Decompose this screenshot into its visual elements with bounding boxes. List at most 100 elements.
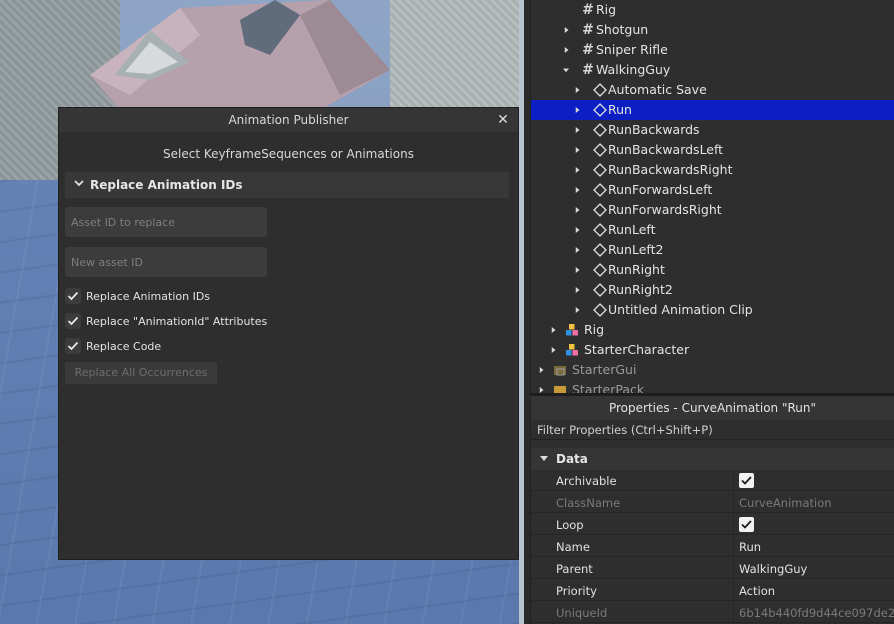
explorer-item-label: RunLeft [608, 222, 656, 237]
replace-code-label: Replace Code [86, 339, 162, 353]
explorer-item-sniper-rifle[interactable]: # Sniper Rifle [531, 40, 894, 60]
explorer-item-runright2[interactable]: RunRight2 [531, 280, 894, 300]
explorer-item-label: Rig [596, 2, 617, 17]
curve-animation-icon [593, 263, 607, 277]
folder-icon [553, 383, 567, 393]
section-replace-animation-ids[interactable]: Replace Animation IDs [65, 172, 509, 198]
property-name: Name [556, 540, 590, 554]
replace-code-option[interactable]: Replace Code [65, 338, 161, 354]
explorer-item-label: WalkingGuy [596, 62, 671, 77]
caret-right-icon[interactable] [575, 146, 581, 154]
curve-animation-icon [593, 123, 607, 137]
panel-resize-strip[interactable] [524, 0, 531, 624]
caret-right-icon[interactable] [575, 126, 581, 134]
property-value[interactable]: WalkingGuy [739, 562, 807, 576]
property-row-loop[interactable]: Loop [531, 514, 894, 535]
caret-right-icon[interactable] [575, 186, 581, 194]
property-row-uniqueid[interactable]: UniqueId 6b14b440fd9d44ce097de2fe00 [531, 602, 894, 623]
property-row-parent[interactable]: Parent WalkingGuy [531, 558, 894, 579]
caret-right-icon[interactable] [564, 46, 570, 54]
explorer-item-walkingguy[interactable]: # WalkingGuy [531, 60, 894, 80]
column-separator [733, 514, 734, 535]
property-value[interactable]: Run [739, 540, 761, 554]
caret-right-icon[interactable] [564, 26, 570, 34]
explorer-item-runright[interactable]: RunRight [531, 260, 894, 280]
explorer-item-run[interactable]: Run [531, 100, 894, 120]
hash-icon: # [582, 2, 594, 18]
archivable-checkbox[interactable] [739, 473, 754, 488]
explorer-item-untitled-animation-clip[interactable]: Untitled Animation Clip [531, 300, 894, 320]
explorer-item-runforwardsleft[interactable]: RunForwardsLeft [531, 180, 894, 200]
caret-right-icon[interactable] [575, 226, 581, 234]
explorer-item-startercharacter[interactable]: StarterCharacter [531, 340, 894, 360]
asset-id-to-replace-input[interactable] [65, 207, 267, 237]
explorer-item-label: Run [608, 102, 632, 117]
replace-animationid-attributes-checkbox[interactable] [65, 313, 81, 329]
loop-checkbox[interactable] [739, 517, 754, 532]
explorer-item-startergui[interactable]: StarterGui [531, 360, 894, 380]
explorer-item-rig[interactable]: # Rig [531, 0, 894, 20]
chevron-down-icon [74, 180, 84, 187]
checkmark-icon [67, 291, 79, 301]
property-row-classname[interactable]: ClassName CurveAnimation [531, 492, 894, 513]
explorer-item-runbackwardsright[interactable]: RunBackwardsRight [531, 160, 894, 180]
replace-code-checkbox[interactable] [65, 338, 81, 354]
caret-right-icon[interactable] [575, 86, 581, 94]
replace-animation-ids-option[interactable]: Replace Animation IDs [65, 288, 210, 304]
dialog-titlebar[interactable]: Animation Publisher ✕ [59, 108, 518, 132]
caret-right-icon[interactable] [575, 266, 581, 274]
caret-right-icon[interactable] [575, 306, 581, 314]
new-asset-id-input[interactable] [65, 247, 267, 277]
studio-side-panel: # Rig # Shotgun # Sniper Rifle # WalkingGuy Auto… [524, 0, 894, 624]
filter-properties-input[interactable]: Filter Properties (Ctrl+Shift+P) [531, 420, 894, 440]
property-row-archivable[interactable]: Archivable [531, 470, 894, 491]
category-data[interactable]: Data [531, 448, 894, 470]
caret-right-icon[interactable] [539, 386, 545, 393]
viewport-3d[interactable]: Animation Publisher ✕ Select KeyframeSeq… [0, 0, 524, 624]
curve-animation-icon [593, 83, 607, 97]
explorer-item-label: RunBackwardsLeft [608, 142, 724, 157]
property-value: CurveAnimation [739, 496, 832, 510]
properties-panel: Properties - CurveAnimation "Run" Filter… [531, 396, 894, 624]
property-value[interactable]: Action [739, 584, 775, 598]
hash-icon: # [582, 62, 594, 78]
explorer-item-shotgun[interactable]: # Shotgun [531, 20, 894, 40]
curve-animation-icon [593, 103, 607, 117]
explorer-item-label: StarterGui [572, 362, 637, 377]
checkmark-icon [741, 520, 752, 529]
explorer-item-runleft2[interactable]: RunLeft2 [531, 240, 894, 260]
property-row-name[interactable]: Name Run [531, 536, 894, 557]
property-name: Archivable [556, 474, 617, 488]
caret-right-icon[interactable] [551, 346, 557, 354]
replace-animationid-attributes-option[interactable]: Replace "AnimationId" Attributes [65, 313, 267, 329]
properties-title: Properties - CurveAnimation "Run" [531, 396, 894, 420]
caret-right-icon[interactable] [551, 326, 557, 334]
replace-all-occurrences-button[interactable]: Replace All Occurrences [65, 362, 217, 384]
explorer-item-automatic-save[interactable]: Automatic Save [531, 80, 894, 100]
caret-right-icon[interactable] [575, 166, 581, 174]
close-icon[interactable]: ✕ [496, 108, 510, 132]
property-row-priority[interactable]: Priority Action [531, 580, 894, 601]
explorer-item-runbackwardsleft[interactable]: RunBackwardsLeft [531, 140, 894, 160]
explorer-item-runleft[interactable]: RunLeft [531, 220, 894, 240]
curve-animation-icon [593, 243, 607, 257]
explorer-item-label: Untitled Animation Clip [608, 302, 753, 317]
explorer-item-label: RunForwardsRight [608, 202, 722, 217]
explorer-item-runforwardsright[interactable]: RunForwardsRight [531, 200, 894, 220]
curve-animation-icon [593, 163, 607, 177]
caret-right-icon[interactable] [575, 286, 581, 294]
dialog-title: Animation Publisher [228, 113, 349, 127]
caret-right-icon[interactable] [575, 106, 581, 114]
caret-down-icon [540, 456, 548, 461]
explorer-item-starterpack[interactable]: StarterPack [531, 380, 894, 393]
explorer-item-label: Rig [584, 322, 605, 337]
explorer-item-runbackwards[interactable]: RunBackwards [531, 120, 894, 140]
replace-animation-ids-checkbox[interactable] [65, 288, 81, 304]
animation-publisher-dialog: Animation Publisher ✕ Select KeyframeSeq… [58, 107, 519, 560]
explorer-item-rig[interactable]: Rig [531, 320, 894, 340]
caret-right-icon[interactable] [575, 206, 581, 214]
caret-right-icon[interactable] [575, 246, 581, 254]
caret-down-icon[interactable] [563, 66, 569, 74]
caret-right-icon[interactable] [539, 366, 545, 374]
explorer-item-label: Shotgun [596, 22, 649, 37]
